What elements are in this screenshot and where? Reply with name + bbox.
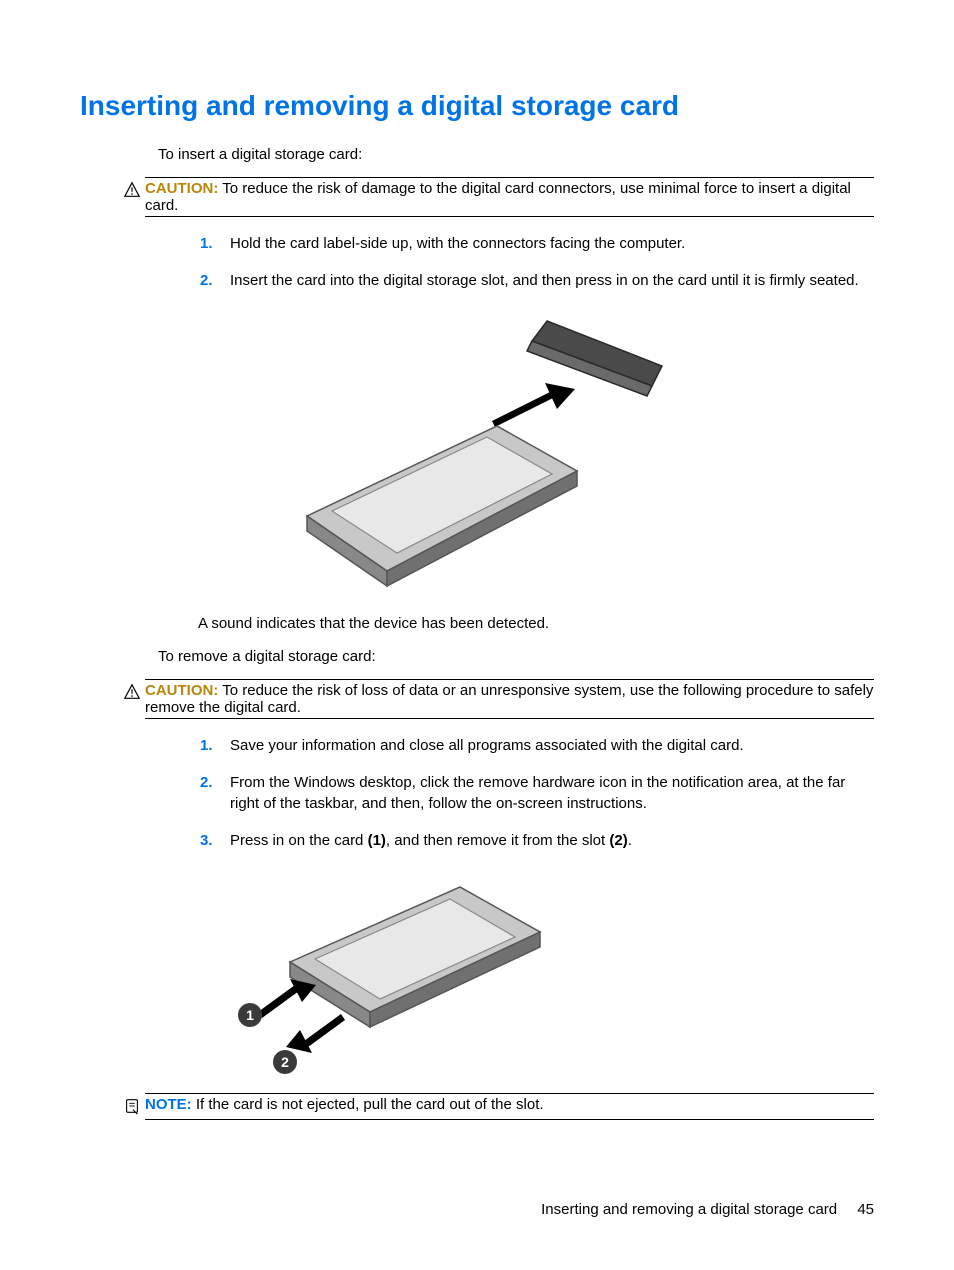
page-footer: Inserting and removing a digital storage… (541, 1201, 874, 1218)
sound-detected-text: A sound indicates that the device has be… (198, 615, 874, 632)
caution-label: CAUTION: (145, 180, 218, 197)
caution-icon (123, 683, 141, 705)
note-block: NOTE: If the card is not ejected, pull t… (145, 1093, 874, 1120)
list-item: From the Windows desktop, click the remo… (200, 772, 874, 814)
note-label: NOTE: (145, 1096, 192, 1113)
list-item: Insert the card into the digital storage… (200, 270, 874, 291)
note-icon (123, 1097, 141, 1119)
list-item: Press in on the card (1), and then remov… (200, 830, 874, 851)
page-number: 45 (857, 1201, 874, 1218)
caution-text: To reduce the risk of damage to the digi… (145, 180, 851, 214)
caution-label: CAUTION: (145, 682, 218, 699)
footer-section-title: Inserting and removing a digital storage… (541, 1201, 837, 1218)
list-item: Save your information and close all prog… (200, 735, 874, 756)
caution-text: To reduce the risk of loss of data or an… (145, 682, 873, 716)
caution-remove: CAUTION: To reduce the risk of loss of d… (145, 679, 874, 719)
page-title: Inserting and removing a digital storage… (80, 90, 874, 122)
svg-text:1: 1 (246, 1007, 254, 1023)
note-text: If the card is not ejected, pull the car… (196, 1096, 544, 1113)
remove-intro-text: To remove a digital storage card: (158, 648, 874, 665)
figure-remove-card: 1 2 (220, 867, 874, 1077)
caution-icon (123, 181, 141, 203)
svg-text:2: 2 (281, 1054, 289, 1070)
caution-insert: CAUTION: To reduce the risk of damage to… (145, 177, 874, 217)
figure-insert-card (80, 311, 874, 591)
insert-intro-text: To insert a digital storage card: (158, 146, 874, 163)
remove-steps-list: Save your information and close all prog… (200, 735, 874, 851)
insert-steps-list: Hold the card label-side up, with the co… (200, 233, 874, 291)
list-item: Hold the card label-side up, with the co… (200, 233, 874, 254)
